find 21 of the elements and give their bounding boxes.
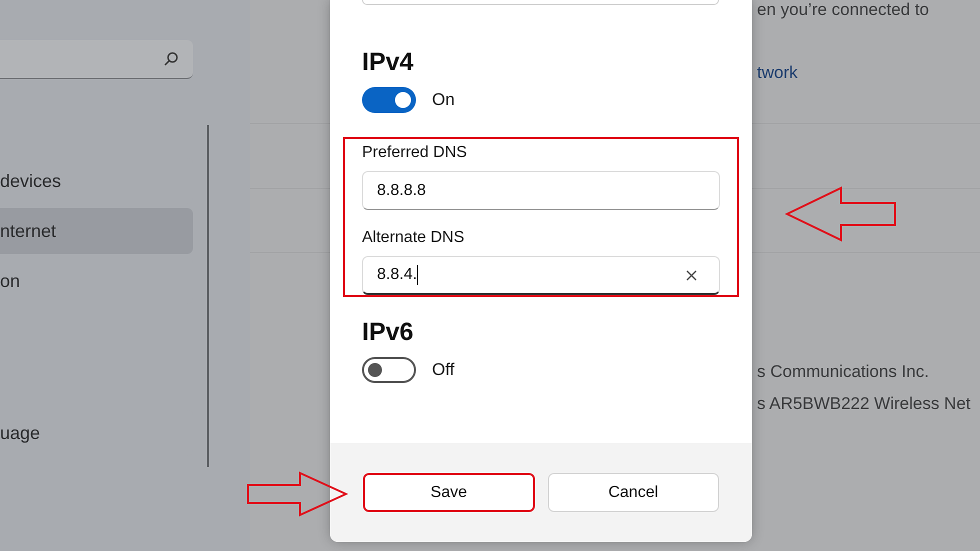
toggle-label: Off	[432, 359, 454, 382]
search-field[interactable]	[0, 40, 193, 79]
search-icon	[163, 51, 179, 67]
setting-text: s Communications Inc.	[757, 362, 929, 382]
section-title: IPv4	[362, 47, 414, 77]
toggle-switch[interactable]	[362, 357, 416, 383]
nav-item[interactable]: nternet	[0, 208, 193, 254]
scrollbar[interactable]	[207, 125, 209, 467]
dns-field[interactable]: 8.8.8.8	[362, 171, 720, 210]
section-title: IPv6	[362, 317, 414, 347]
toggle-label: On	[432, 89, 455, 112]
toggle-switch[interactable]	[362, 87, 416, 113]
field-label: Preferred DNS	[362, 143, 468, 163]
dns-field[interactable]: 8.8.4.	[362, 256, 720, 295]
setting-text: s AR5BWB222 Wireless Net	[757, 394, 971, 414]
dialog-button[interactable]: Save	[363, 473, 534, 512]
clear-icon[interactable]	[686, 270, 697, 280]
settings-link[interactable]: twork	[757, 63, 798, 83]
dialog-button[interactable]: Cancel	[548, 473, 719, 512]
setting-text: en you’re connected to	[757, 0, 930, 20]
field-label: Alternate DNS	[362, 228, 466, 248]
